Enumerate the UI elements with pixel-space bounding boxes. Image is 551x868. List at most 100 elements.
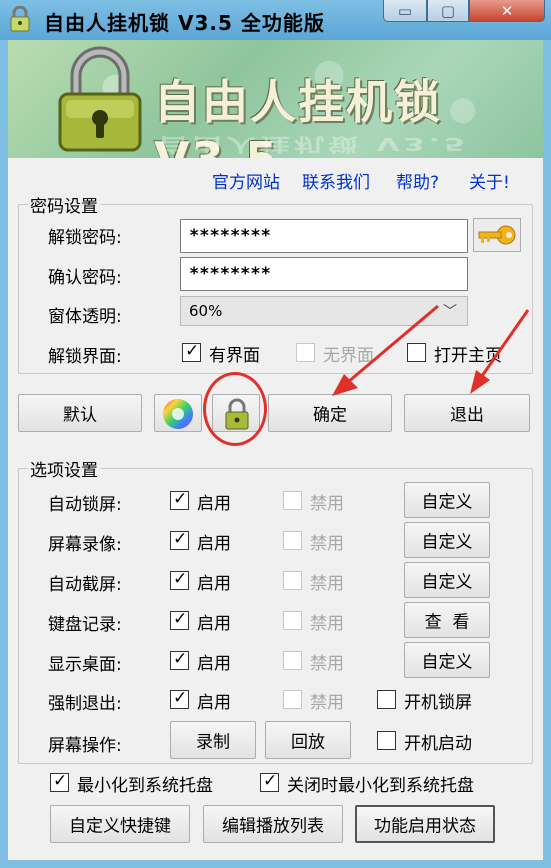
window-frame-bottom	[0, 860, 551, 868]
edit-playlist-label: 编辑播放列表	[222, 816, 324, 837]
padlock-icon	[10, 6, 30, 32]
enable-label: 启用	[197, 574, 231, 594]
help-link[interactable]: 帮助?	[396, 168, 439, 193]
maximize-icon: ▢	[440, 2, 456, 20]
banner-title-reflection: 自由人挂机锁 V3.5	[158, 133, 469, 155]
option-row-label: 自动截屏:	[48, 575, 122, 595]
exit-button-label: 退出	[450, 405, 484, 426]
checkbox-box	[170, 649, 189, 670]
maximize-button[interactable]: ▢	[427, 0, 469, 22]
disable-label: 禁用	[310, 654, 344, 674]
playback-button-label: 回放	[291, 732, 325, 753]
color-wheel-icon	[163, 399, 193, 429]
contact-link[interactable]: 联系我们	[302, 168, 370, 193]
custom-button-label: 自定义	[421, 652, 473, 673]
record-button[interactable]: 录制	[170, 721, 256, 759]
close-icon: ✕	[500, 2, 514, 20]
color-wheel-button[interactable]	[154, 394, 202, 432]
feature-status-button[interactable]: 功能启用状态	[355, 805, 495, 843]
checkbox-box	[377, 690, 396, 709]
close-minimize-tray-label: 关闭时最小化到系统托盘	[287, 776, 474, 796]
checkbox-box	[283, 690, 302, 709]
enable-checkbox[interactable]: 启用	[170, 609, 250, 634]
disable-checkbox[interactable]: 禁用	[283, 569, 363, 594]
disable-label: 禁用	[310, 494, 344, 514]
minimize-tray-checkbox[interactable]: 最小化到系统托盘	[50, 771, 250, 796]
option-row-label: 强制退出:	[48, 694, 122, 714]
confirm-password-field[interactable]: ********	[180, 257, 468, 291]
enable-label: 启用	[197, 693, 231, 713]
checkbox-box	[170, 529, 189, 550]
option-row-label: 键盘记录:	[48, 615, 122, 635]
enable-label: 启用	[197, 494, 231, 514]
with-ui-label: 有界面	[209, 346, 260, 366]
disable-checkbox[interactable]: 禁用	[283, 489, 363, 514]
option-row-label: 自动锁屏:	[48, 495, 122, 515]
close-button[interactable]: ✕	[469, 0, 545, 22]
options-title: 选项设置	[28, 456, 100, 481]
boot-lock-checkbox[interactable]: 开机锁屏	[377, 688, 517, 713]
option-row-label: 显示桌面:	[48, 655, 122, 675]
password-settings-title: 密码设置	[28, 192, 100, 217]
default-button-label: 默认	[63, 405, 97, 426]
checkbox-box	[283, 491, 302, 510]
view-button[interactable]: 查 看	[404, 602, 490, 638]
minimize-tray-label: 最小化到系统托盘	[77, 776, 213, 796]
checkbox-box	[170, 609, 189, 630]
confirm-password-label: 确认密码:	[48, 268, 122, 288]
checkbox-box	[283, 651, 302, 670]
disable-checkbox[interactable]: 禁用	[283, 649, 363, 674]
opacity-label: 窗体透明:	[48, 307, 122, 327]
key-icon[interactable]	[473, 218, 521, 252]
with-ui-checkbox[interactable]: 有界面	[182, 341, 282, 366]
annotation-arrow-confirm	[332, 304, 439, 396]
checkbox-box	[182, 341, 201, 362]
custom-button[interactable]: 自定义	[404, 642, 490, 678]
enable-label: 启用	[197, 614, 231, 634]
checkbox-box	[296, 343, 315, 362]
custom-button[interactable]: 自定义	[404, 562, 490, 598]
boot-start-checkbox[interactable]: 开机启动	[377, 729, 517, 754]
disable-checkbox[interactable]: 禁用	[283, 688, 363, 713]
window-title: 自由人挂机锁 V3.5 全功能版	[44, 11, 325, 35]
minimize-icon: ▭	[397, 2, 413, 20]
default-button[interactable]: 默认	[18, 394, 142, 432]
about-link[interactable]: 关于!	[469, 168, 510, 193]
minimize-button[interactable]: ▭	[383, 0, 427, 22]
close-minimize-tray-checkbox[interactable]: 关闭时最小化到系统托盘	[260, 771, 520, 796]
checkbox-box	[260, 771, 279, 792]
checkbox-box	[170, 569, 189, 590]
playback-button[interactable]: 回放	[265, 721, 351, 759]
disable-checkbox[interactable]: 禁用	[283, 609, 363, 634]
enable-checkbox[interactable]: 启用	[170, 489, 250, 514]
banner: 自由人挂机锁 V3.5 自由人挂机锁 V3.5	[8, 40, 543, 158]
record-button-label: 录制	[196, 732, 230, 753]
view-button-label: 查 看	[424, 612, 470, 633]
option-row-label: 屏幕录像:	[48, 535, 122, 555]
enable-checkbox[interactable]: 启用	[170, 529, 250, 554]
enable-checkbox[interactable]: 启用	[170, 649, 250, 674]
screen-ops-label: 屏幕操作:	[48, 736, 122, 756]
boot-lock-label: 开机锁屏	[404, 693, 472, 713]
official-site-link[interactable]: 官方网站	[212, 168, 280, 193]
disable-checkbox[interactable]: 禁用	[283, 529, 363, 554]
custom-button[interactable]: 自定义	[404, 522, 490, 558]
custom-button[interactable]: 自定义	[404, 482, 490, 518]
unlock-password-field[interactable]: ********	[180, 219, 468, 253]
custom-button-label: 自定义	[421, 572, 473, 593]
checkbox-box	[377, 731, 396, 750]
enable-label: 启用	[197, 654, 231, 674]
checkbox-box	[170, 489, 189, 510]
enable-checkbox[interactable]: 启用	[170, 569, 250, 594]
custom-hotkey-button[interactable]: 自定义快捷键	[50, 805, 190, 843]
window-frame-right	[543, 40, 551, 868]
title-bar[interactable]: 自由人挂机锁 V3.5 全功能版 ▭ ▢ ✕	[0, 0, 551, 40]
edit-playlist-button[interactable]: 编辑播放列表	[203, 805, 343, 843]
enable-checkbox[interactable]: 启用	[170, 688, 250, 713]
feature-status-label: 功能启用状态	[374, 816, 476, 837]
window-frame-left	[0, 40, 8, 868]
checkbox-box	[283, 531, 302, 550]
highlight-circle	[203, 372, 267, 446]
checkbox-box	[283, 571, 302, 590]
padlock-icon	[58, 46, 142, 152]
